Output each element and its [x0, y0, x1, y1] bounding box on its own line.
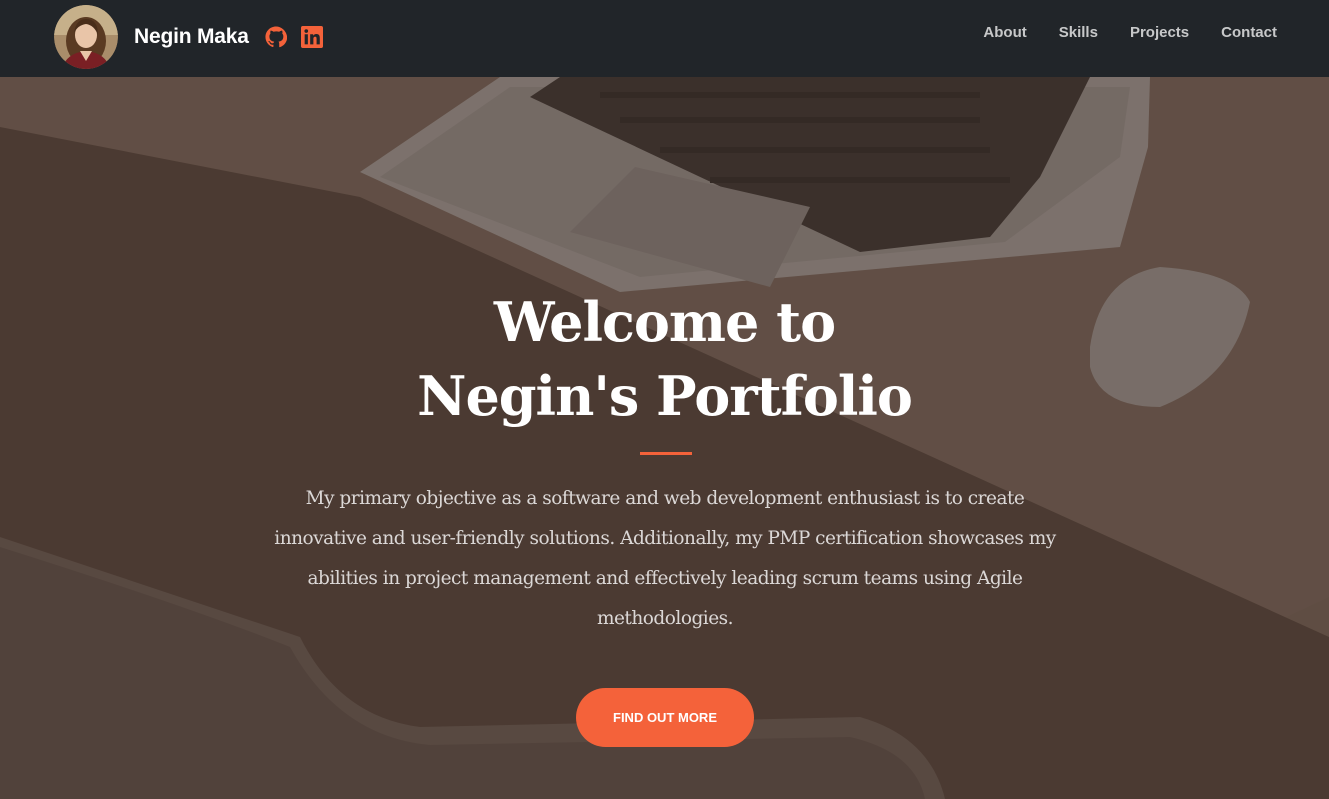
github-icon[interactable] [265, 26, 287, 48]
hero-content: Welcome to Negin's Portfolio My primary … [0, 77, 1329, 799]
social-links [265, 26, 323, 48]
nav-link-contact[interactable]: Contact [1221, 24, 1277, 41]
brand-name[interactable]: Negin Maka [134, 25, 249, 49]
avatar[interactable] [54, 5, 118, 69]
hero-divider [640, 452, 692, 455]
nav-menu: About Skills Projects Contact [983, 24, 1277, 41]
hero-title: Welcome to Negin's Portfolio [0, 285, 1329, 433]
hero-title-line1: Welcome to [493, 290, 836, 354]
page: Negin Maka About Skills Projects Contact… [0, 0, 1329, 799]
find-out-more-button[interactable]: FIND OUT MORE [576, 688, 754, 747]
nav-link-skills[interactable]: Skills [1059, 24, 1098, 41]
nav-link-about[interactable]: About [983, 24, 1026, 41]
hero-title-line2: Negin's Portfolio [417, 364, 913, 428]
hero-description: My primary objective as a software and w… [274, 488, 1056, 629]
hero-section: Welcome to Negin's Portfolio My primary … [0, 77, 1329, 799]
brand: Negin Maka [54, 5, 323, 69]
navbar: Negin Maka About Skills Projects Contact [0, 0, 1329, 77]
nav-link-projects[interactable]: Projects [1130, 24, 1189, 41]
linkedin-icon[interactable] [300, 26, 323, 48]
